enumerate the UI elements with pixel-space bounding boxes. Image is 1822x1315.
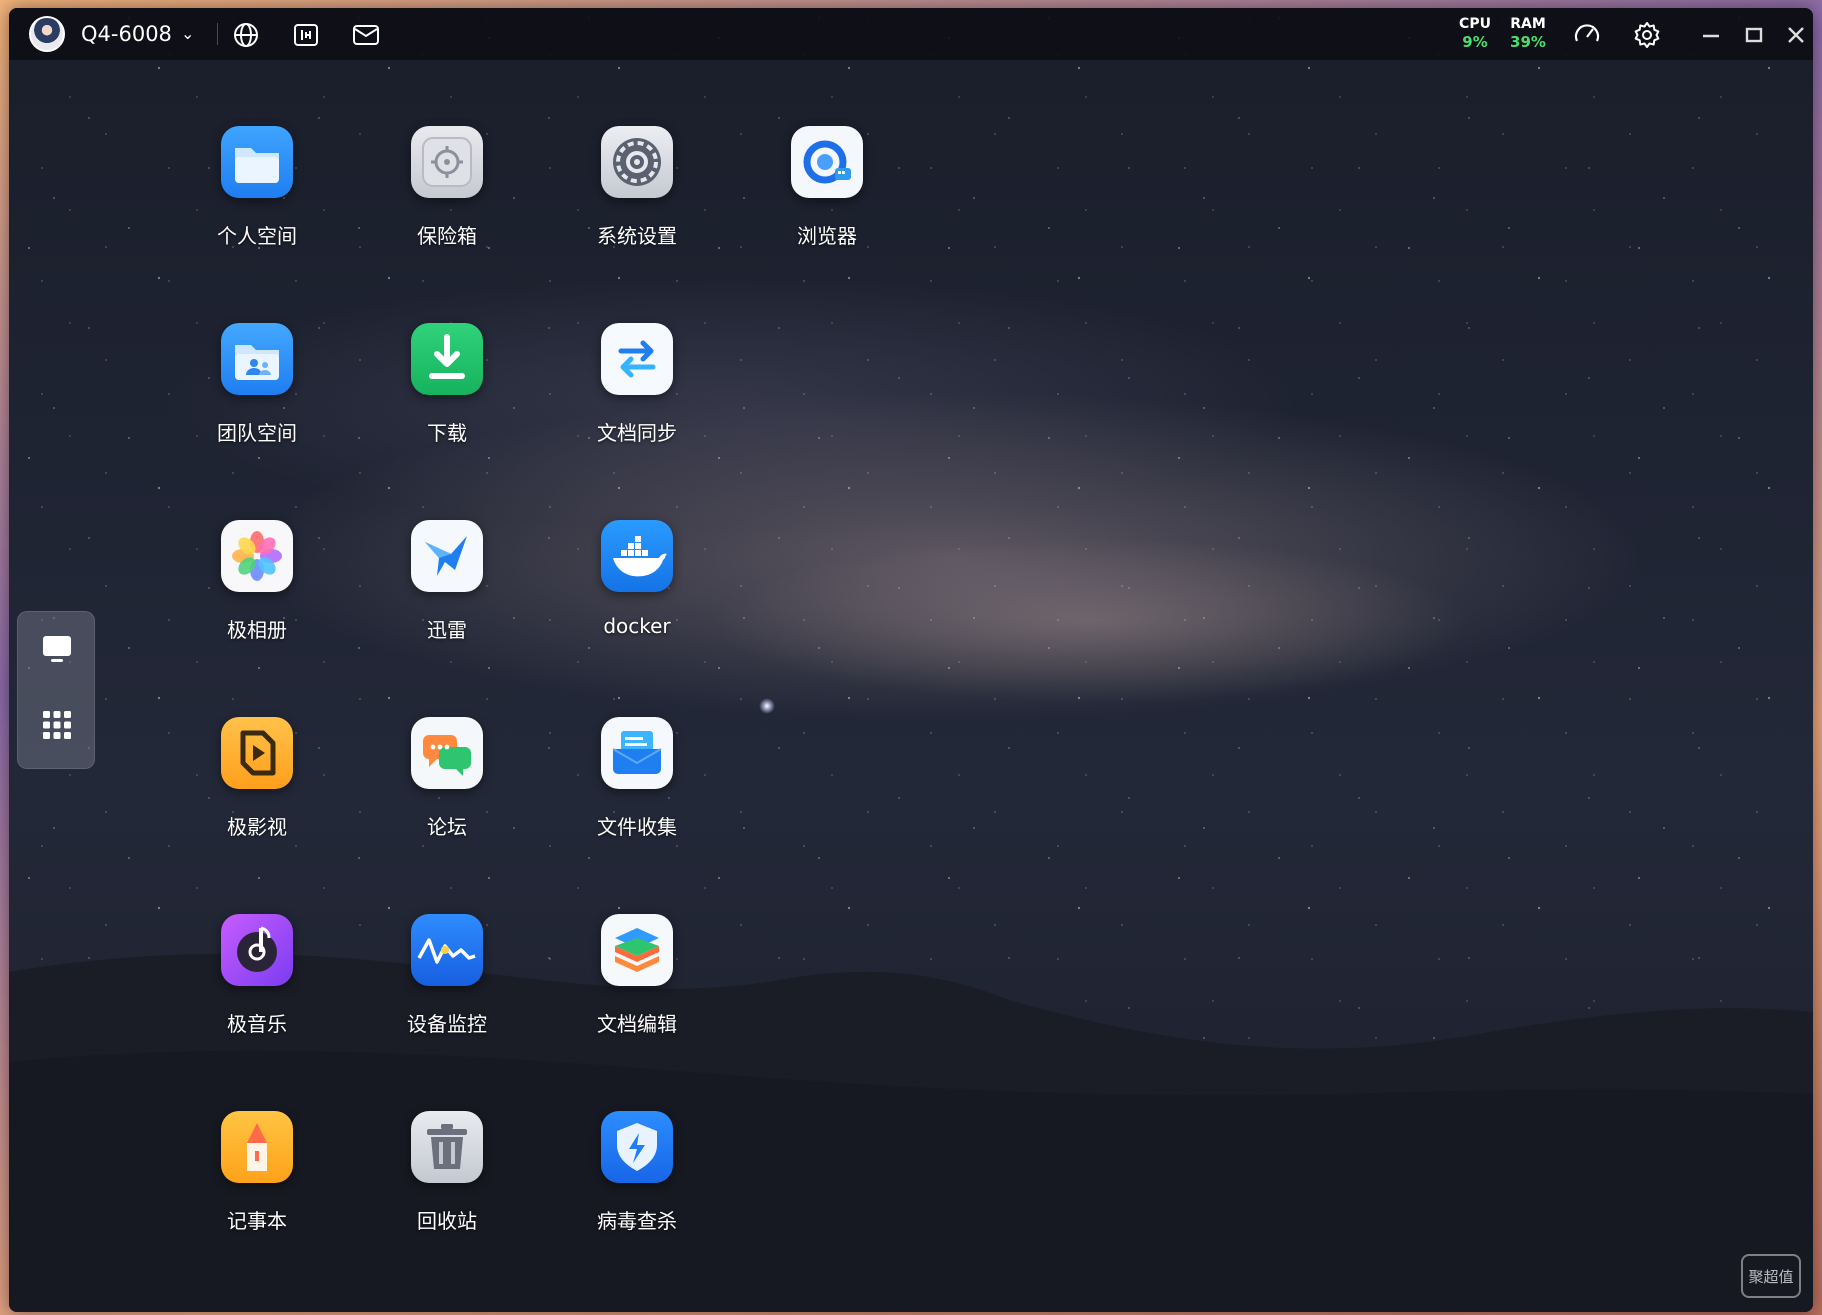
app-browser[interactable]: 浏览器: [752, 126, 902, 266]
cpu-stat: CPU 9%: [1453, 16, 1497, 52]
download-icon: [411, 323, 483, 395]
user-avatar[interactable]: [29, 16, 65, 52]
file-collect-icon: [601, 717, 673, 789]
app-music[interactable]: 极音乐: [182, 914, 332, 1054]
app-antivirus[interactable]: 病毒查杀: [562, 1111, 712, 1251]
maximize-icon[interactable]: [1739, 20, 1769, 50]
browser-icon: [791, 126, 863, 198]
video-icon: [221, 717, 293, 789]
ram-stat: RAM 39%: [1506, 16, 1550, 52]
app-label: 文档同步: [597, 421, 677, 445]
watermark-logo: 聚超值: [1741, 1254, 1801, 1298]
close-icon[interactable]: [1781, 20, 1811, 50]
app-download[interactable]: 下载: [372, 323, 522, 463]
photo-flower-icon: [221, 520, 293, 592]
desktop-icon[interactable]: [40, 632, 74, 666]
ram-value: 39%: [1510, 33, 1546, 51]
thunder-bird-icon: [411, 520, 483, 592]
title-divider: [217, 23, 218, 45]
app-label: 病毒查杀: [597, 1209, 677, 1233]
cpu-label: CPU: [1459, 16, 1491, 32]
share-box-icon[interactable]: [291, 20, 321, 50]
app-team-space[interactable]: 团队空间: [182, 323, 332, 463]
cpu-value: 9%: [1462, 33, 1488, 51]
safe-icon: [411, 126, 483, 198]
app-label: docker: [603, 614, 671, 638]
app-label: 极相册: [227, 618, 287, 642]
shield-bolt-icon: [601, 1111, 673, 1183]
title-bar: Q4-6008 ⌄ CPU 9% RAM 39%: [9, 8, 1813, 60]
app-thunder[interactable]: 迅雷: [372, 520, 522, 660]
app-personal-space[interactable]: 个人空间: [182, 126, 332, 266]
app-notepad[interactable]: 记事本: [182, 1111, 332, 1251]
app-label: 保险箱: [417, 224, 477, 248]
app-docker[interactable]: docker: [562, 520, 712, 660]
app-label: 记事本: [227, 1209, 287, 1233]
app-file-collect[interactable]: 文件收集: [562, 717, 712, 857]
monitor-wave-icon: [411, 914, 483, 986]
app-recycle-bin[interactable]: 回收站: [372, 1111, 522, 1251]
app-video[interactable]: 极影视: [182, 717, 332, 857]
sync-arrows-icon: [601, 323, 673, 395]
mail-icon[interactable]: [351, 20, 381, 50]
app-label: 文件收集: [597, 815, 677, 839]
app-label: 下载: [427, 421, 467, 445]
app-device-monitor[interactable]: 设备监控: [372, 914, 522, 1054]
dock-sidebar: [17, 611, 95, 769]
app-label: 迅雷: [427, 618, 467, 642]
app-doc-sync[interactable]: 文档同步: [562, 323, 712, 463]
chevron-down-icon[interactable]: ⌄: [181, 24, 194, 43]
app-doc-edit[interactable]: 文档编辑: [562, 914, 712, 1054]
docker-whale-icon: [601, 520, 673, 592]
desktop-window: Q4-6008 ⌄ CPU 9% RAM 39% 个人空间 保险箱 系统设置 浏…: [9, 8, 1813, 1312]
app-forum[interactable]: 论坛: [372, 717, 522, 857]
gauge-icon[interactable]: [1572, 20, 1602, 50]
ram-label: RAM: [1510, 16, 1546, 32]
folder-icon: [221, 126, 293, 198]
bright-star: [759, 698, 775, 714]
minimize-icon[interactable]: [1696, 20, 1726, 50]
app-label: 文档编辑: [597, 1012, 677, 1036]
app-label: 极影视: [227, 815, 287, 839]
app-label: 团队空间: [217, 421, 297, 445]
app-grid-icon[interactable]: [40, 708, 74, 742]
music-disc-icon: [221, 914, 293, 986]
layers-icon: [601, 914, 673, 986]
app-label: 个人空间: [217, 224, 297, 248]
globe-icon[interactable]: [231, 20, 261, 50]
trash-icon: [411, 1111, 483, 1183]
app-photos[interactable]: 极相册: [182, 520, 332, 660]
forum-chat-icon: [411, 717, 483, 789]
app-label: 极音乐: [227, 1012, 287, 1036]
app-label: 设备监控: [407, 1012, 487, 1036]
notepad-pencil-icon: [221, 1111, 293, 1183]
settings-gear-icon: [601, 126, 673, 198]
app-label: 论坛: [427, 815, 467, 839]
app-label: 回收站: [417, 1209, 477, 1233]
gear-icon[interactable]: [1632, 20, 1662, 50]
app-safe[interactable]: 保险箱: [372, 126, 522, 266]
app-system-settings[interactable]: 系统设置: [562, 126, 712, 266]
team-folder-icon: [221, 323, 293, 395]
device-name[interactable]: Q4-6008: [81, 22, 172, 46]
app-label: 系统设置: [597, 224, 677, 248]
app-label: 浏览器: [797, 224, 857, 248]
